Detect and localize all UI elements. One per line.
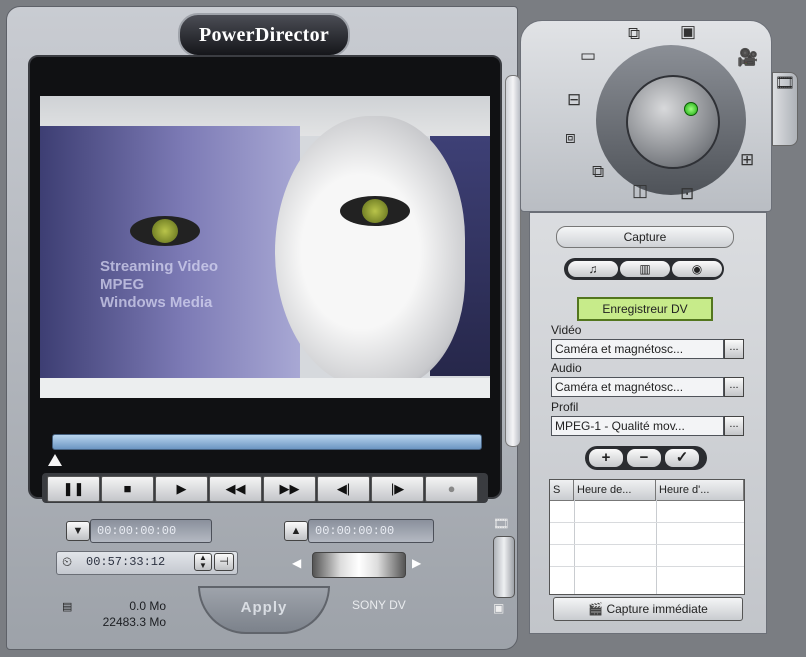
free-space-value: 22483.3 Mo: [102, 615, 166, 629]
produce-mode-icon[interactable]: ⊡: [680, 184, 694, 204]
play-button[interactable]: ▶: [155, 476, 208, 502]
side-tab[interactable]: 🎞: [772, 72, 798, 146]
duration-set-button[interactable]: ⊣: [214, 553, 234, 571]
seek-thumb[interactable]: [48, 454, 62, 466]
camera-icon: ◉: [691, 262, 703, 276]
title-mode-icon[interactable]: ⧉: [592, 162, 604, 182]
next-frame-button[interactable]: |▶: [371, 476, 424, 502]
tab-audio[interactable]: ♫: [568, 261, 618, 277]
mark-out-icon: ▲: [290, 525, 302, 537]
profile-browse-button[interactable]: ...: [724, 416, 744, 436]
profile-label: Profil: [551, 400, 579, 414]
pause-button[interactable]: ❚❚: [47, 476, 100, 502]
tab-video[interactable]: ▥: [620, 261, 670, 277]
capture-icon: 🎬: [588, 602, 604, 616]
table-row[interactable]: [550, 566, 744, 567]
mark-in-button[interactable]: ▼: [66, 521, 90, 541]
remove-marker-button[interactable]: −: [627, 449, 661, 467]
stop-button[interactable]: ■: [101, 476, 154, 502]
monitor-icon[interactable]: ▣: [493, 601, 504, 615]
video-face-left: [40, 126, 300, 381]
mark-in-time: 00:00:00:00: [90, 519, 212, 543]
plus-icon: +: [601, 449, 611, 466]
dial-led-indicator: [684, 102, 698, 116]
confirm-marker-button[interactable]: ✓: [665, 449, 699, 467]
film-icon: ▥: [639, 262, 651, 276]
table-row[interactable]: [550, 544, 744, 545]
timeline-mode-icon[interactable]: ⊟: [567, 90, 581, 110]
capture-now-label: Capture immédiate: [606, 602, 708, 616]
app-logo: PowerDirector: [178, 13, 350, 57]
effects-mode-icon[interactable]: ⧈: [565, 128, 576, 148]
profile-field[interactable]: MPEG-1 - Qualité mov...: [551, 416, 724, 436]
mark-out-time: 00:00:00:00: [308, 519, 434, 543]
fast-forward-button[interactable]: ▶▶: [263, 476, 316, 502]
video-label: Vidéo: [551, 323, 582, 337]
music-note-icon: ♫: [588, 262, 598, 276]
clock-icon: ⏲: [62, 554, 73, 569]
minus-icon: −: [639, 449, 649, 466]
video-overlay-text: MPEG: [100, 276, 145, 293]
video-preview: Streaming Video MPEG Windows Media: [40, 96, 490, 398]
table-divider: [656, 500, 657, 594]
mark-out-button[interactable]: ▲: [284, 521, 308, 541]
table-divider: [574, 500, 575, 594]
mode-dial[interactable]: [626, 75, 720, 169]
video-band-bottom: [40, 378, 490, 398]
capture-title: Capture: [556, 226, 734, 248]
video-eye-right: [340, 196, 410, 226]
jog-left-icon[interactable]: ◀: [292, 556, 301, 570]
size-value: 0.0 Mo: [129, 599, 166, 613]
tab-camera[interactable]: ◉: [672, 261, 722, 277]
record-button[interactable]: ●: [425, 476, 478, 502]
table-row[interactable]: [550, 522, 744, 523]
video-eye-left: [130, 216, 200, 246]
transition-mode-icon[interactable]: ◫: [632, 181, 648, 201]
column-header-start[interactable]: Heure de...: [574, 480, 656, 501]
check-icon: ✓: [675, 449, 689, 466]
volume-slider[interactable]: [493, 536, 515, 598]
audio-source-field[interactable]: Caméra et magnétosc...: [551, 377, 724, 397]
disk-icon: ▤: [62, 601, 73, 613]
video-overlay-text: Windows Media: [100, 294, 213, 311]
duration-spinner[interactable]: ▲ ▼: [194, 553, 212, 571]
spinner-arrows-icon: ▲ ▼: [199, 553, 207, 570]
device-name: SONY DV: [352, 598, 406, 612]
capture-now-button[interactable]: 🎬 Capture immédiate: [553, 597, 743, 621]
duration-time: 00:57:33:12: [86, 555, 166, 569]
column-header-s[interactable]: S: [550, 480, 574, 501]
arrow-left-icon: ⊣: [219, 556, 229, 568]
video-source-field[interactable]: Caméra et magnétosc...: [551, 339, 724, 359]
schedule-table: S Heure de... Heure d'...: [549, 479, 745, 595]
seek-bar[interactable]: [52, 434, 482, 450]
rewind-button[interactable]: ◀◀: [209, 476, 262, 502]
video-source-browse-button[interactable]: ...: [724, 339, 744, 359]
add-marker-button[interactable]: +: [589, 449, 623, 467]
slideshow-mode-icon[interactable]: ▭: [580, 46, 596, 66]
film-settings-icon: 🎞: [774, 75, 796, 92]
film-icon: 🎞: [493, 516, 510, 531]
edit-mode-icon[interactable]: ⧉: [628, 24, 640, 44]
column-header-end[interactable]: Heure d'...: [656, 480, 744, 501]
mark-in-icon: ▼: [72, 525, 84, 537]
previous-frame-button[interactable]: ◀|: [317, 476, 370, 502]
video-overlay-text: Streaming Video: [100, 258, 219, 275]
burn-mode-icon[interactable]: ▣: [680, 22, 696, 42]
dv-recorder-button[interactable]: Enregistreur DV: [577, 297, 713, 321]
capture-mode-icon[interactable]: 🎥: [737, 48, 758, 68]
preview-scrollbar[interactable]: [505, 75, 521, 447]
audio-source-browse-button[interactable]: ...: [724, 377, 744, 397]
jog-right-icon[interactable]: ▶: [412, 556, 421, 570]
audio-label: Audio: [551, 361, 582, 375]
video-face-right: [275, 116, 465, 388]
jog-shuttle[interactable]: [312, 552, 406, 578]
export-mode-icon[interactable]: ⊞: [740, 150, 754, 170]
